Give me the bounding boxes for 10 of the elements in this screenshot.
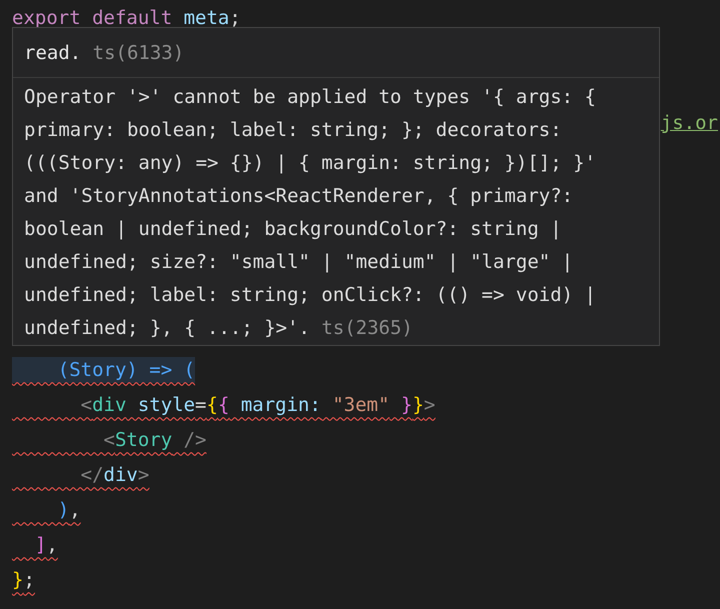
code-line: };: [12, 568, 35, 592]
code-line: ],: [34, 532, 58, 558]
code-line: ),: [56, 498, 81, 522]
popup-header: read. ts(6133): [13, 28, 659, 78]
code-line: <Story />: [102, 428, 206, 452]
code-line: </div>: [80, 462, 150, 488]
code-line: export default meta;: [12, 6, 241, 30]
error-message: Operator '>' cannot be applied to types '{ args: { primary: boolean; label: string; }; decorators: (((Story: any) => {}) | { margin: string; })[]; }' and 'StoryAnnotations<ReactRenderer, { primary?: boolean | undefined; backgroundColor?: string | undefined; size?: "small" | "medium" | "large" | undefined; label: string; onClick?: (() => void) | undefined; }, { ...; }>'. ts(2365): [23, 85, 597, 341]
code-line: <div style={{ margin: "3em" }}>: [80, 392, 436, 418]
link-text[interactable]: js.or: [660, 112, 718, 134]
